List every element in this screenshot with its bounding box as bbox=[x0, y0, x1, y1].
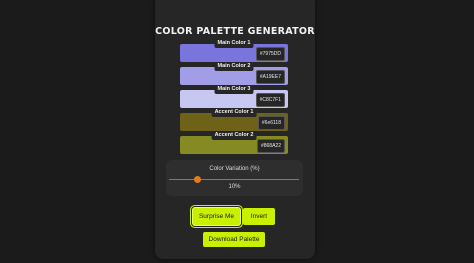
swatch-main-color-2[interactable]: Main Color 2 #A19EE7 bbox=[180, 62, 288, 85]
invert-button[interactable]: Invert bbox=[243, 208, 275, 225]
hex-code[interactable]: #6e6118 bbox=[257, 116, 285, 130]
hex-code[interactable]: #C8C7F1 bbox=[255, 93, 285, 107]
swatch-label: Accent Color 1 bbox=[211, 108, 257, 117]
hex-code[interactable]: #868A22 bbox=[256, 139, 285, 153]
swatch-label: Main Color 1 bbox=[214, 39, 254, 48]
swatch-label: Main Color 3 bbox=[214, 85, 254, 94]
variation-value: 10% bbox=[228, 184, 241, 190]
color-variation-control: Color Variation (%) 10% bbox=[166, 160, 303, 196]
hex-code[interactable]: #A19EE7 bbox=[255, 70, 285, 84]
swatch-accent-color-2[interactable]: Accent Color 2 #868A22 bbox=[180, 131, 288, 154]
swatch-accent-color-1[interactable]: Accent Color 1 #6e6118 bbox=[180, 108, 288, 131]
variation-slider-track[interactable] bbox=[169, 179, 299, 180]
variation-slider-thumb[interactable] bbox=[194, 176, 201, 183]
app-page: COLOR PALETTE GENERATOR Main Color 1 #79… bbox=[0, 0, 474, 263]
surprise-me-button[interactable]: Surprise Me bbox=[193, 208, 240, 225]
download-palette-button[interactable]: Download Palette bbox=[203, 232, 265, 247]
hex-code[interactable]: #7975DD bbox=[255, 47, 285, 61]
swatch-label: Main Color 2 bbox=[214, 62, 254, 71]
variation-label: Color Variation (%) bbox=[209, 166, 260, 172]
swatch-label: Accent Color 2 bbox=[211, 131, 257, 140]
swatch-main-color-3[interactable]: Main Color 3 #C8C7F1 bbox=[180, 85, 288, 108]
swatch-main-color-1[interactable]: Main Color 1 #7975DD bbox=[180, 39, 288, 62]
page-title: COLOR PALETTE GENERATOR bbox=[155, 26, 315, 37]
